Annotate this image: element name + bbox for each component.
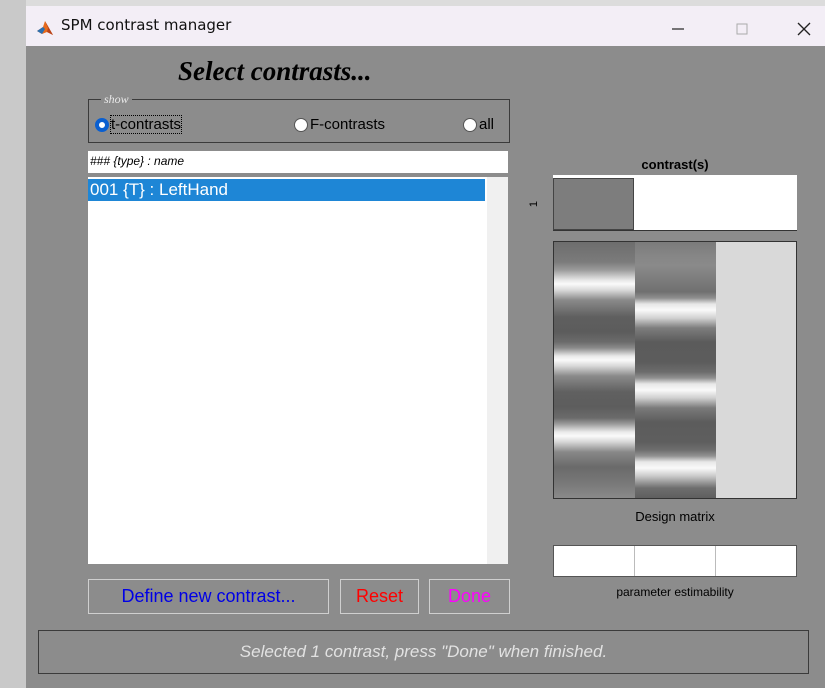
reset-button[interactable]: Reset [340, 579, 419, 614]
minimize-button[interactable] [656, 12, 700, 46]
matlab-logo-icon [36, 19, 54, 37]
estimability-divider [715, 546, 716, 576]
radio-all[interactable]: all [463, 116, 494, 133]
listbox-scrollbar[interactable] [487, 177, 508, 564]
radio-unselected-icon [294, 117, 308, 132]
design-matrix-column-2 [635, 242, 716, 498]
contrast-listbox[interactable]: 001 {T} : LeftHand [88, 177, 508, 564]
page-heading: Select contrasts... [178, 56, 372, 86]
contrast-panel-title: contrast(s) [641, 157, 709, 172]
radio-t-contrasts[interactable]: t-contrasts [95, 115, 183, 134]
window-title: SPM contrast manager [61, 16, 232, 34]
show-filter-group: show t-contrasts F-contrasts all [88, 92, 510, 143]
list-item[interactable]: 001 {T} : LeftHand [88, 179, 485, 201]
parameter-estimability-bar [553, 545, 797, 577]
spm-contrast-manager-window: SPM contrast manager Select contrasts...… [26, 0, 825, 688]
radio-unselected-icon [463, 117, 477, 132]
radio-label-all: all [479, 116, 495, 133]
minimize-icon [672, 28, 684, 30]
contrast-weight-bar [553, 178, 634, 230]
design-matrix-label: Design matrix [635, 509, 715, 524]
close-icon [797, 22, 811, 36]
maximize-button[interactable] [720, 12, 764, 46]
title-bar[interactable]: SPM contrast manager [26, 0, 825, 46]
contrast-weights-plot [553, 175, 797, 230]
radio-label-t-contrasts: t-contrasts [109, 115, 183, 134]
parameter-estimability-label: parameter estimability [616, 585, 734, 599]
define-new-contrast-button[interactable]: Define new contrast... [88, 579, 329, 614]
radio-f-contrasts[interactable]: F-contrasts [294, 116, 385, 133]
show-legend: show [101, 92, 132, 107]
design-matrix-column-1 [554, 242, 635, 498]
radio-selected-icon [95, 117, 109, 132]
radio-label-f-contrasts: F-contrasts [310, 116, 386, 133]
close-button[interactable] [782, 12, 825, 46]
design-matrix-image[interactable] [553, 241, 797, 499]
estimability-divider [634, 546, 635, 576]
done-button[interactable]: Done [429, 579, 510, 614]
contrast-row-label: 1 [528, 200, 541, 208]
contrast-axis-line [553, 230, 797, 231]
maximize-icon [736, 23, 748, 35]
contrast-list-header: ### {type} : name [88, 151, 508, 173]
status-message: Selected 1 contrast, press "Done" when f… [38, 630, 809, 674]
design-matrix-column-3 [716, 242, 796, 498]
